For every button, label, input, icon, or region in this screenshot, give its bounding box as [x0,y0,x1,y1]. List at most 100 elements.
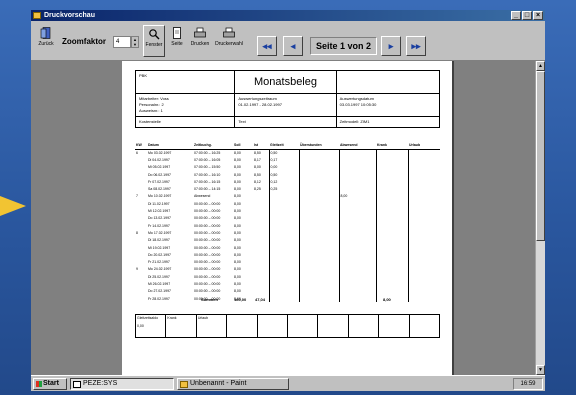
table-row: 6 Mo 03.02.1997 07:00:00 – 16:25 8,00 8,50 0,… [135,149,440,157]
table-cell [375,178,408,186]
column-header: KW [135,142,147,150]
vertical-scrollbar[interactable]: ▲ ▼ [535,61,545,375]
taskbar-item-paint[interactable]: Unbenannt - Paint [177,378,289,390]
table-cell: 8,00 [338,192,376,201]
start-label: Start [43,380,59,387]
table-cell: Mo 10.02.1997 [148,194,172,199]
table-cell: Fr 07.02.1997 [148,179,170,184]
table-cell: 6 [136,150,138,155]
table-cell [375,192,408,201]
table-cell: 8,00 [234,260,241,265]
table-cell [298,185,339,193]
table-cell [375,243,408,252]
table-cell [407,170,440,179]
table-cell: 8,00 [234,274,241,279]
table-cell: 8,00 [234,252,241,257]
table-cell [268,229,299,237]
table-cell [135,185,147,192]
prev-page-button[interactable]: ◂ [283,36,303,56]
scroll-thumb[interactable] [536,71,545,241]
table-cell: Mo 24.02.1997 [148,267,172,272]
window-view-button[interactable]: Fenster [143,25,165,57]
magnifier-icon [149,29,160,40]
table-cell: Mi 19.02.1997 [148,245,171,250]
table-cell [407,185,440,193]
table-cell [338,221,376,230]
table-cell: 00:00:00 – 00:00 [194,223,221,228]
table-cell: 0,25 [268,185,299,193]
table-cell [375,185,408,193]
table-cell [375,156,408,164]
close-button[interactable]: × [533,11,543,20]
maximize-button[interactable]: □ [522,11,532,20]
back-button[interactable]: Zurück [33,25,59,57]
table-cell [338,156,376,164]
table-cell [375,200,408,208]
report-header: PBK Monatsbeleg Mitarbeiter: Voss Person… [135,70,440,128]
table-row: Fr 14.02.1997 00:00:00 – 00:00 8,00 [135,221,440,230]
table-cell: 8,00 [234,157,241,162]
table-cell: 8,00 [234,223,241,228]
printer-select-button[interactable]: Druckerwahl [213,25,245,57]
scroll-down-button[interactable]: ▼ [536,365,545,375]
footer-summary: Gleitzeitsaldo 0,00 Krank Urlaub [135,314,440,338]
scroll-up-button[interactable]: ▲ [536,61,545,71]
taskbar-item-label: Unbenannt - Paint [190,380,247,387]
table-row: Do 27.02.1997 00:00:00 – 00:00 8,00 [135,287,440,295]
table-cell: 8,00 [234,267,241,272]
table-cell: 8,50 [254,150,261,155]
table-cell: 8,17 [254,157,261,162]
next-page-button[interactable]: ▸ [381,36,401,56]
table-cell [268,273,299,281]
table-cell [407,236,440,244]
window-icon [73,381,81,388]
taskbar-item-peze[interactable]: PEZE:SYS [70,378,174,390]
table-cell: 8,00 [234,209,241,214]
zoom-input[interactable]: 4 [113,36,131,48]
preview-area[interactable]: PBK Monatsbeleg Mitarbeiter: Voss Person… [31,61,545,375]
window-view-label: Fenster [145,42,163,48]
column-header: Soll [233,142,253,150]
table-cell: Di 11.02.1997 [148,201,170,206]
table-cell [338,258,376,266]
table-cell [338,280,376,288]
first-page-button[interactable]: ◂◂ [257,36,277,56]
start-button[interactable]: Start [33,378,67,390]
report-page: PBK Monatsbeleg Mitarbeiter: Voss Person… [122,61,452,375]
table-cell [407,149,440,157]
footer-cell [227,315,258,337]
table-cell [375,207,408,215]
table-cell: 07:00:00 – 15:50 [194,165,221,170]
table-cell: 8,00 [234,245,241,250]
zoom-stepper[interactable]: ▲ ▼ [131,36,139,48]
table-cell: 8,00 [234,172,241,177]
table-cell: 07:00:00 – 16:10 [194,172,221,177]
table-cell: 8,12 [254,179,261,184]
minimize-button[interactable]: _ [511,11,521,20]
last-page-button[interactable]: ▸▸ [406,36,426,56]
table-cell [375,287,408,295]
table-cell [135,273,147,280]
table-cell: 8,00 [234,238,241,243]
table-cell: Fr 21.02.1997 [148,260,170,265]
table-cell: 0,00 [268,163,299,171]
document-title: Monatsbeleg [235,71,337,93]
table-cell [375,273,408,281]
column-header: Überstunden [299,142,339,150]
table-cell: 8,25 [254,187,261,192]
table-cell [338,163,376,171]
table-cell [135,237,147,244]
table-cell: 8,00 [234,216,241,221]
table-cell [253,237,269,244]
page-indicator: Seite 1 von 2 [310,37,377,55]
table-cell [253,244,269,251]
table-cell [268,287,299,295]
table-cell [407,156,440,164]
table-cell [375,149,408,157]
print-button[interactable]: Drucken [189,25,211,57]
table-cell [298,280,339,288]
table-cell: 0,50 [268,170,299,179]
table-cell [253,193,269,200]
page-view-button[interactable]: Seite [167,25,187,57]
table-cell: 0,50 [268,149,299,157]
